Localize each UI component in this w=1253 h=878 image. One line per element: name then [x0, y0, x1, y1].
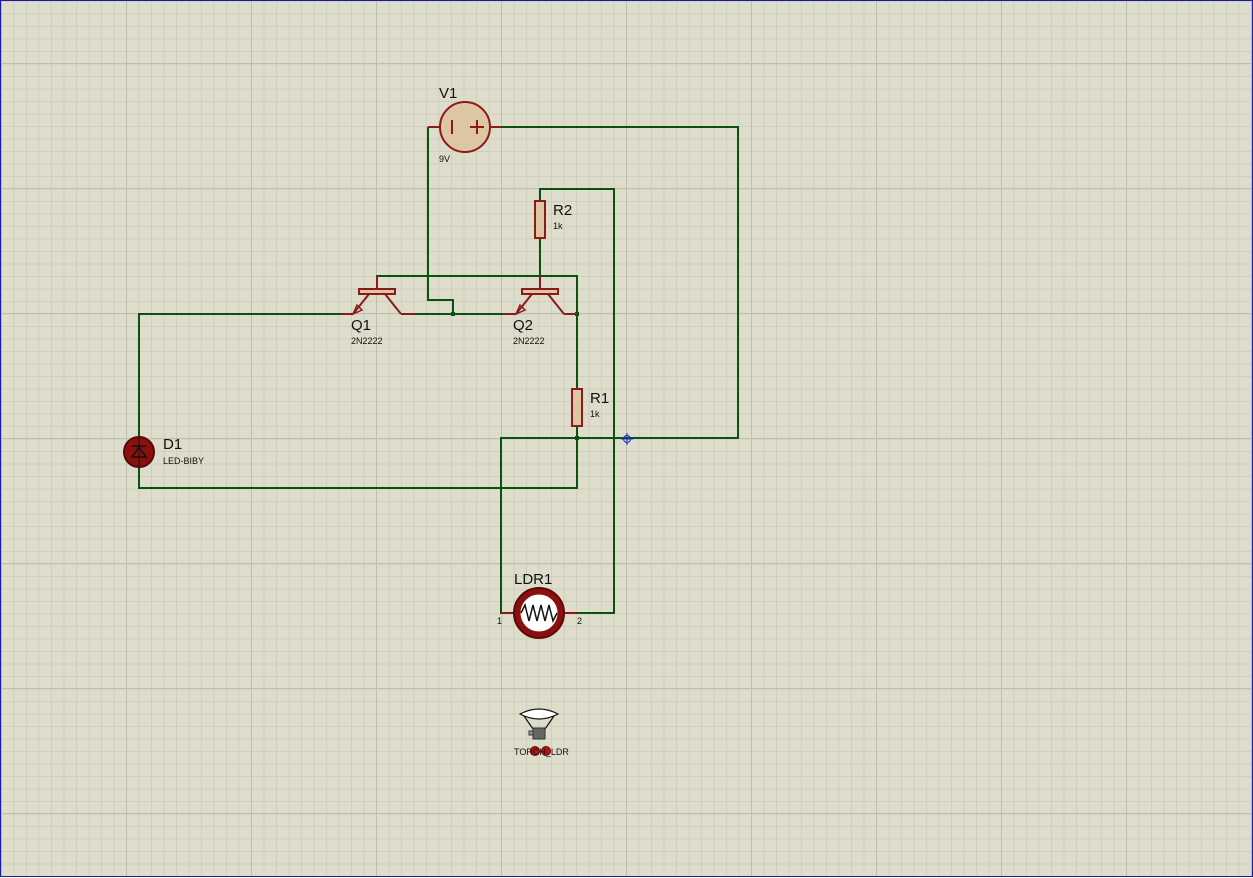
junction-node [575, 436, 579, 440]
ldr1-ref-label: LDR1 [514, 571, 552, 588]
cursor-crosshair-icon [621, 433, 633, 445]
wires [138, 126, 739, 614]
d1-value-label: LED-BIBY [163, 456, 204, 466]
torch-handle-icon [532, 727, 546, 740]
q2-value-label: 2N2222 [513, 336, 545, 346]
r1-ref-label: R1 [590, 390, 609, 407]
wire-led-q1[interactable] [138, 313, 341, 438]
battery-v1[interactable]: V1 9V [428, 85, 502, 164]
schematic-canvas[interactable]: V1 9V R2 1k Q1 2N2222 Q2 2N2222 R1 1k D1… [0, 0, 1253, 877]
resistor-r2[interactable]: R2 1k [534, 200, 572, 239]
r2-value-label: 1k [553, 221, 563, 231]
torch-ldr[interactable]: TORCH_LDR [514, 708, 569, 757]
transistor-q1[interactable]: Q1 2N2222 [341, 276, 415, 346]
schematic-svg: V1 9V R2 1k Q1 2N2222 Q2 2N2222 R1 1k D1… [123, 85, 739, 757]
junction-node [451, 312, 455, 316]
resistor-r1[interactable]: R1 1k [571, 388, 609, 427]
ldr-ldr1[interactable]: LDR1 1 2 [497, 571, 582, 639]
d1-ref-label: D1 [163, 436, 182, 453]
v1-value-label: 9V [439, 154, 450, 164]
q1-value-label: 2N2222 [351, 336, 383, 346]
r2-ref-label: R2 [553, 202, 572, 219]
q1-ref-label: Q1 [351, 317, 371, 334]
ldr1-pin1-label: 1 [497, 616, 502, 626]
wire-r1-led[interactable] [138, 426, 578, 489]
led-d1[interactable]: D1 LED-BIBY [123, 436, 204, 468]
r1-value-label: 1k [590, 409, 600, 419]
ldr1-pin2-label: 2 [577, 616, 582, 626]
transistor-q2[interactable]: Q2 2N2222 [503, 276, 577, 346]
q2-ref-label: Q2 [513, 317, 533, 334]
v1-ref-label: V1 [439, 85, 457, 102]
torch-label: TORCH_LDR [514, 747, 569, 757]
